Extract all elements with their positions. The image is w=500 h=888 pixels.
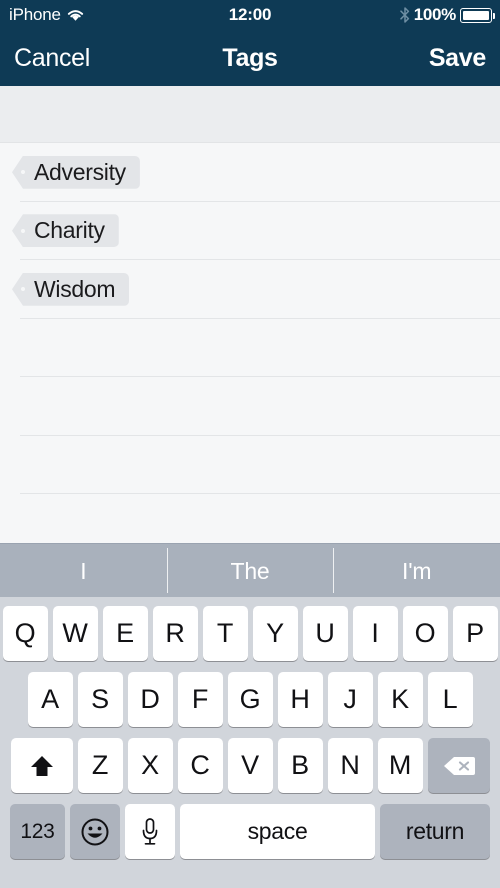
keyboard-row-1: Q W E R T Y U I O P	[0, 606, 500, 661]
shift-up-arrow-icon	[29, 753, 55, 779]
return-key[interactable]: return	[380, 804, 490, 859]
tags-table: Adversity Charity Wisdom	[0, 143, 500, 553]
suggestion-item[interactable]: I'm	[333, 544, 500, 597]
table-row[interactable]: Adversity	[0, 143, 500, 202]
key-z[interactable]: Z	[77, 738, 123, 793]
table-row-empty[interactable]	[0, 319, 500, 378]
key-m[interactable]: M	[377, 738, 423, 793]
tags-content-area: Adversity Charity Wisdom	[0, 86, 500, 553]
navigation-bar: Cancel Tags Save	[0, 30, 500, 86]
key-h[interactable]: H	[277, 672, 323, 727]
tag-chip[interactable]: Wisdom	[12, 272, 130, 306]
tag-chip[interactable]: Charity	[12, 214, 119, 248]
battery-percent-label: 100%	[413, 5, 457, 24]
key-p[interactable]: P	[452, 606, 498, 661]
smiley-face-icon	[80, 817, 110, 847]
onscreen-keyboard: Q W E R T Y U I O P A S D F G H J K L Z …	[0, 597, 500, 888]
key-k[interactable]: K	[377, 672, 423, 727]
key-d[interactable]: D	[127, 672, 173, 727]
key-l[interactable]: L	[427, 672, 473, 727]
key-v[interactable]: V	[227, 738, 273, 793]
keyboard-suggestion-bar: I The I'm	[0, 543, 500, 597]
tag-hole-icon	[21, 287, 25, 292]
emoji-key[interactable]	[70, 804, 120, 859]
shift-key[interactable]	[10, 738, 73, 793]
space-key[interactable]: space	[180, 804, 375, 859]
table-row[interactable]: Wisdom	[0, 260, 500, 319]
key-g[interactable]: G	[227, 672, 273, 727]
iphone-screen: iPhone 12:00 100% Cancel Tags Save Adver…	[0, 0, 500, 888]
battery-full-icon	[460, 7, 495, 23]
key-c[interactable]: C	[177, 738, 223, 793]
keyboard-row-2: A S D F G H J K L	[0, 672, 500, 727]
key-q[interactable]: Q	[2, 606, 48, 661]
key-x[interactable]: X	[127, 738, 173, 793]
table-row-empty[interactable]	[0, 436, 500, 495]
tag-chip[interactable]: Adversity	[12, 155, 140, 189]
table-row[interactable]: Charity	[0, 202, 500, 261]
key-i[interactable]: I	[352, 606, 398, 661]
backspace-delete-icon	[443, 754, 475, 778]
table-row-empty[interactable]	[0, 377, 500, 436]
cancel-button[interactable]: Cancel	[14, 44, 90, 73]
key-j[interactable]: J	[327, 672, 373, 727]
status-bar-right: 100%	[399, 5, 495, 25]
tag-hole-icon	[21, 170, 25, 175]
suggestion-item[interactable]: The	[166, 544, 334, 597]
key-a[interactable]: A	[27, 672, 73, 727]
key-b[interactable]: B	[277, 738, 323, 793]
key-w[interactable]: W	[52, 606, 98, 661]
status-bar: iPhone 12:00 100%	[0, 0, 500, 30]
tag-label: Charity	[34, 217, 105, 244]
keyboard-row-4: 123 space return	[0, 804, 500, 859]
numbers-key[interactable]: 123	[10, 804, 65, 859]
key-f[interactable]: F	[177, 672, 223, 727]
section-header	[0, 86, 500, 143]
delete-key[interactable]	[427, 738, 490, 793]
key-o[interactable]: O	[402, 606, 448, 661]
dictation-key[interactable]	[125, 804, 175, 859]
key-t[interactable]: T	[202, 606, 248, 661]
key-e[interactable]: E	[102, 606, 148, 661]
key-u[interactable]: U	[302, 606, 348, 661]
bluetooth-icon	[399, 7, 410, 23]
tag-label: Wisdom	[34, 275, 116, 302]
tag-label: Adversity	[34, 158, 126, 185]
save-button[interactable]: Save	[429, 44, 486, 73]
suggestion-item[interactable]: I	[0, 544, 167, 597]
microphone-icon	[141, 817, 159, 847]
key-y[interactable]: Y	[252, 606, 298, 661]
key-n[interactable]: N	[327, 738, 373, 793]
keyboard-row-3: Z X C V B N M	[0, 738, 500, 793]
key-s[interactable]: S	[77, 672, 123, 727]
tag-hole-icon	[21, 228, 25, 233]
key-r[interactable]: R	[152, 606, 198, 661]
